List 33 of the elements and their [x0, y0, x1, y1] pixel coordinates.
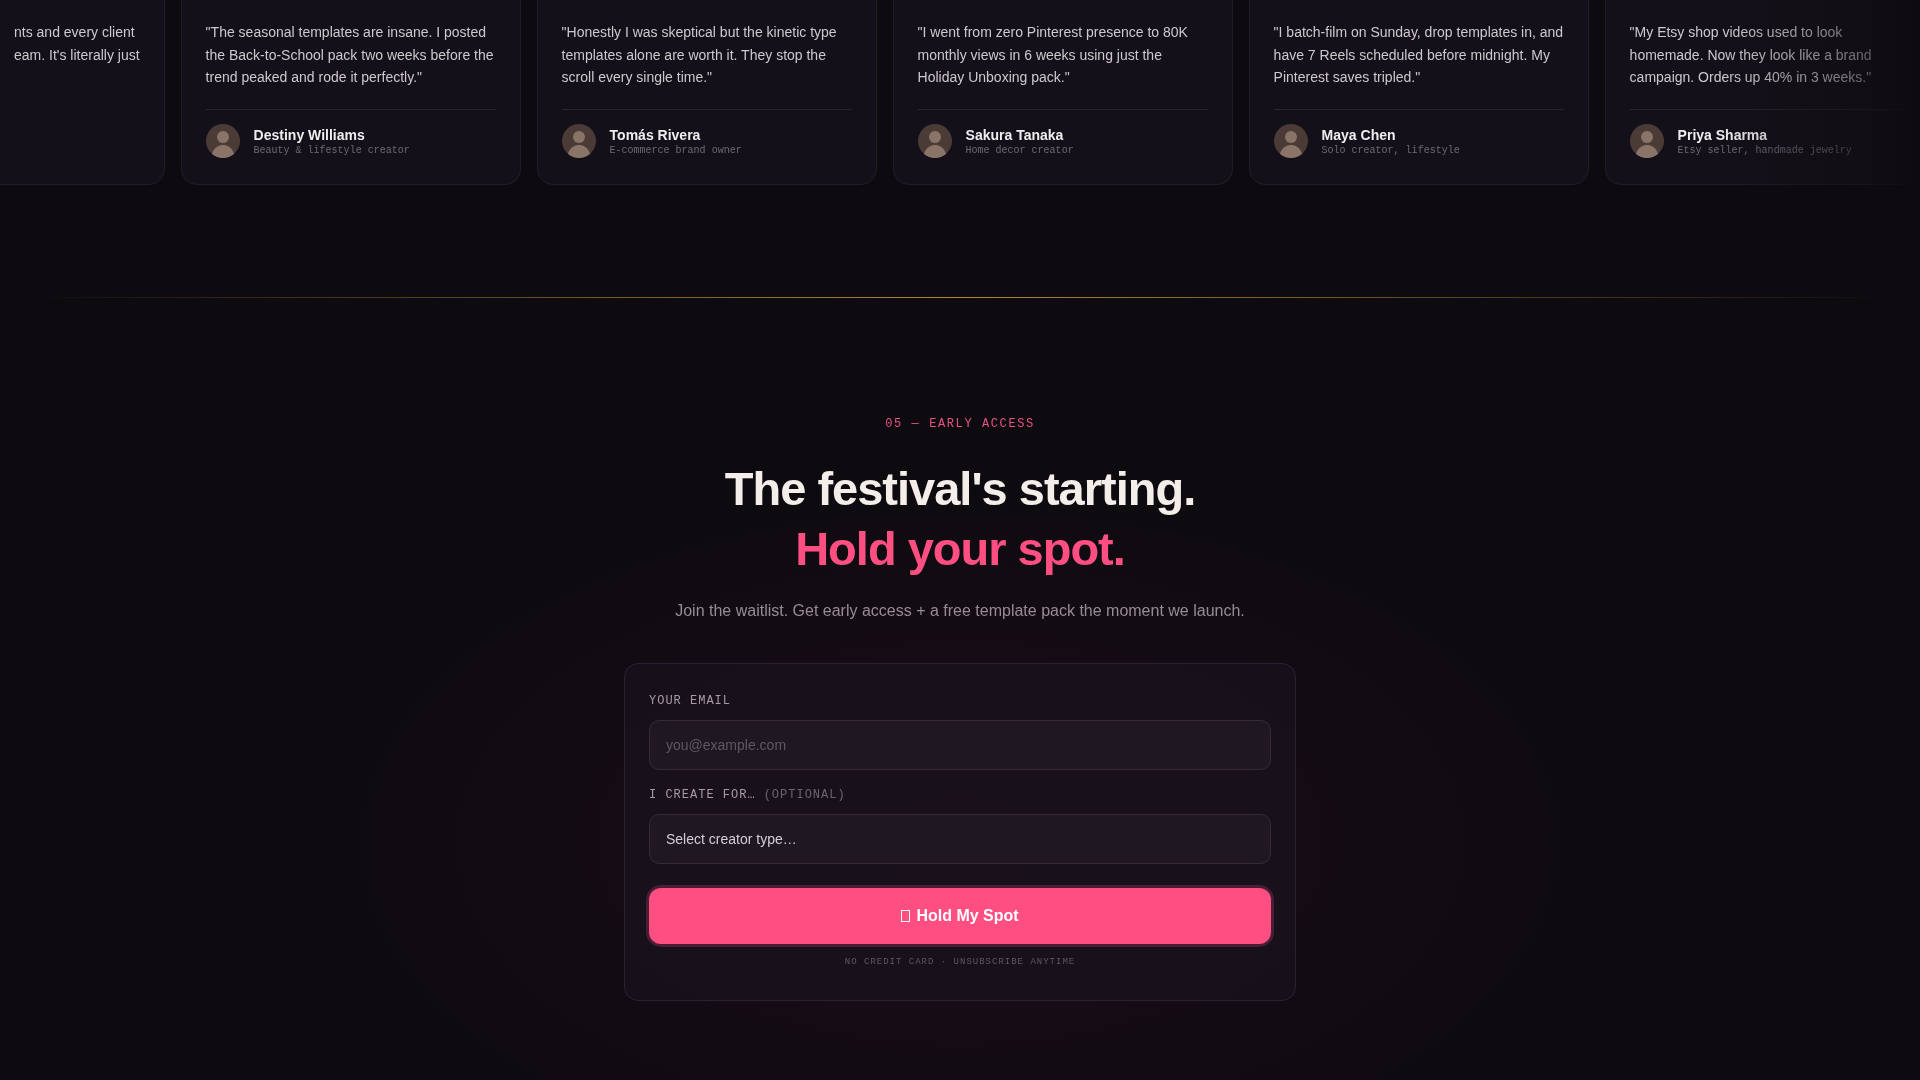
creator-type-select[interactable]: Select creator type…	[649, 814, 1271, 864]
quote-text: "My Etsy shop videos used to look homemade. Now they look like a brand campaign. Orders up 40% in 3 weeks."	[1629, 23, 1873, 87]
optional-note: (OPTIONAL)	[763, 787, 846, 804]
author-role: Solo creator, lifestyle	[1321, 143, 1460, 157]
quote-text: "Honestly I was skeptical but the kinetic type templates alone are worth it. They stop the scroll every single time."	[561, 23, 838, 87]
author-name: Tomás Rivera	[609, 125, 702, 144]
author-name: Sakura Tanaka	[965, 125, 1065, 144]
glyph-box-icon	[901, 910, 911, 922]
email-label: YOUR EMAIL	[649, 693, 732, 710]
avatar-silhouette-icon	[1273, 124, 1308, 158]
quote-text: nts and every client	[14, 23, 135, 42]
avatar-silhouette-icon	[205, 124, 240, 158]
author-role: Beauty & lifestyle creator	[253, 143, 410, 157]
quote-text: "The seasonal templates are insane. I posted the Back-to-School pack two weeks before the trend peaked and rode it perfectly."	[205, 23, 495, 87]
avatar-silhouette-icon	[1629, 124, 1664, 158]
subtitle: Join the waitlist. Get early access + a free template pack the moment we launch.	[674, 601, 1246, 621]
section-eyebrow: 05 — EARLY ACCESS	[884, 416, 1036, 433]
author-name: Priya Sharma	[1677, 125, 1769, 144]
author-name: Maya Chen	[1321, 125, 1397, 144]
form-footnote: NO CREDIT CARD · UNSUBSCRIBE ANYTIME	[843, 956, 1077, 969]
quote-text: eam. It's literally just	[14, 45, 140, 65]
author-role: E-commerce brand owner	[609, 143, 742, 157]
avatar-silhouette-icon	[561, 124, 596, 158]
quote-text: "I batch-film on Sunday, drop templates in, and have 7 Reels scheduled before midnight. My Pinterest saves tripled."	[1273, 23, 1564, 87]
headline: The festival's starting.	[723, 461, 1197, 517]
quote-text: "I went from zero Pinterest presence to 80K monthly views in 6 weeks using just the Holiday Unboxing pack."	[917, 23, 1189, 87]
email-input-field[interactable]: you@example.com	[649, 720, 1271, 770]
author-role: Home decor creator	[965, 143, 1074, 157]
avatar-silhouette-icon	[917, 124, 952, 158]
author-name: Destiny Williams	[253, 125, 366, 144]
headline-accent: Hold your spot.	[794, 521, 1126, 577]
creator-label: I CREATE FOR…	[649, 787, 756, 804]
author-role: Etsy seller, handmade jewelry	[1677, 143, 1852, 157]
